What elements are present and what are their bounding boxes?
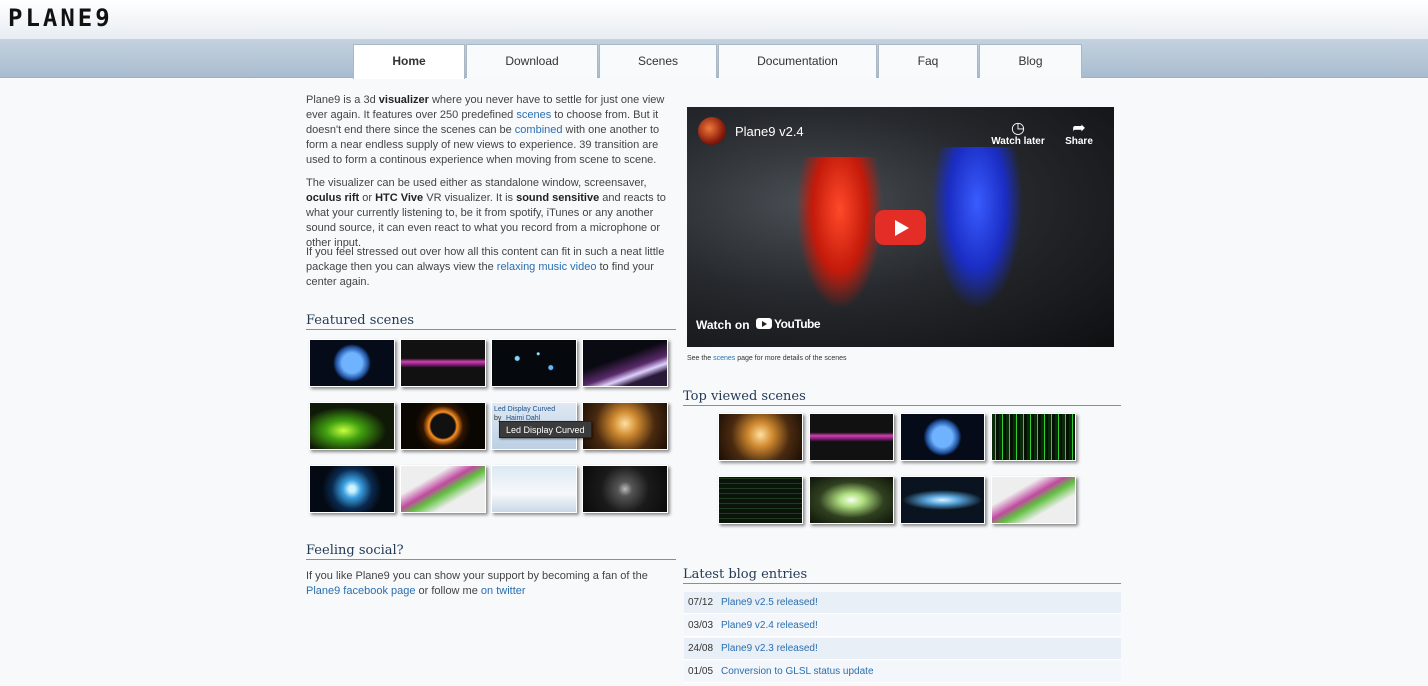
intro-paragraph-2: The visualizer can be used either as sta… — [306, 176, 676, 251]
bold-text: sound sensitive — [516, 192, 600, 204]
text: The visualizer can be used either as sta… — [306, 177, 647, 189]
social-paragraph: If you like Plane9 you can show your sup… — [306, 569, 676, 599]
feeling-social-heading: Feeling social? — [306, 543, 676, 560]
youtube-video-embed[interactable]: Plane9 v2.4 ◷ Watch later ➦ Share Watch … — [687, 107, 1114, 347]
blog-date: 07/12 — [688, 597, 714, 608]
facebook-link[interactable]: Plane9 facebook page — [306, 585, 415, 597]
scene-thumbnail-earth[interactable] — [309, 339, 395, 387]
blog-date: 03/03 — [688, 620, 714, 631]
clock-icon: ◷ — [1011, 120, 1025, 137]
relaxing-video-link[interactable]: relaxing music video — [497, 261, 597, 273]
scene-thumbnail-clouds[interactable] — [491, 465, 577, 513]
top-viewed-heading: Top viewed scenes — [683, 389, 1121, 406]
top-scene-thumbnail-light-burst[interactable] — [809, 476, 894, 524]
tab-download[interactable]: Download — [466, 44, 598, 78]
scene-thumbnail-particles[interactable] — [491, 339, 577, 387]
text: If you like Plane9 you can show your sup… — [306, 570, 648, 582]
top-scene-thumbnail-earth[interactable] — [900, 413, 985, 461]
tab-home[interactable]: Home — [353, 44, 465, 79]
site-header: PLANE9 — [0, 0, 1428, 40]
blog-entry: 24/08 Plane9 v2.3 released! — [684, 638, 1121, 660]
text: VR visualizer. It is — [423, 192, 517, 204]
scenes-page-link[interactable]: scenes — [713, 355, 735, 362]
youtube-wordmark: YouTube — [774, 317, 821, 331]
intro-paragraph-3: If you feel stressed out over how all th… — [306, 245, 676, 290]
text: or — [359, 192, 376, 204]
latest-blog-heading: Latest blog entries — [683, 567, 1121, 584]
tab-scenes[interactable]: Scenes — [599, 44, 717, 78]
channel-avatar[interactable] — [698, 117, 726, 145]
play-button[interactable] — [875, 210, 926, 245]
youtube-play-icon — [756, 318, 772, 329]
blog-date: 01/05 — [688, 666, 714, 677]
intro-paragraph-1: Plane9 is a 3d visualizer where you neve… — [306, 93, 676, 168]
video-blue-figure — [932, 147, 1022, 307]
blog-title-link[interactable]: Plane9 v2.5 released! — [721, 592, 818, 614]
blog-entry: 01/05 Conversion to GLSL status update — [684, 661, 1121, 683]
featured-scenes-heading: Featured scenes — [306, 313, 676, 330]
scene-thumbnail-grid[interactable] — [582, 339, 668, 387]
share-label: Share — [1065, 136, 1093, 147]
blog-title-link[interactable]: Conversion to GLSL status update — [721, 661, 874, 683]
video-title[interactable]: Plane9 v2.4 — [735, 124, 804, 139]
blog-entry: 03/03 Plane9 v2.4 released! — [684, 615, 1121, 637]
scene-thumbnail-sun[interactable] — [582, 402, 668, 450]
bold-text: visualizer — [378, 94, 429, 106]
bold-text: HTC Vive — [375, 192, 424, 204]
scenes-link[interactable]: scenes — [516, 109, 551, 121]
tab-faq[interactable]: Faq — [878, 44, 978, 78]
combined-link[interactable]: combined — [515, 124, 563, 136]
scene-thumbnail-waveform[interactable] — [400, 339, 486, 387]
text: page for more details of the scenes — [735, 355, 847, 362]
tab-blog[interactable]: Blog — [979, 44, 1082, 78]
scenes-note: See the scenes page for more details of … — [687, 355, 847, 362]
video-red-figure — [797, 157, 882, 307]
share-button[interactable]: ➦ Share — [1062, 118, 1096, 147]
share-icon: ➦ — [1072, 120, 1086, 137]
scene-thumbnail-dna[interactable] — [400, 465, 486, 513]
top-scene-thumbnail-dots[interactable] — [718, 476, 803, 524]
top-scene-thumbnail-galaxy[interactable] — [900, 476, 985, 524]
tab-documentation[interactable]: Documentation — [718, 44, 877, 78]
scene-thumbnail-fire-ring[interactable] — [400, 402, 486, 450]
scene-thumbnail-blue-star[interactable] — [309, 465, 395, 513]
bold-text: oculus rift — [306, 192, 360, 204]
watch-on-label[interactable]: Watch on — [696, 318, 750, 332]
thumb-caption-title: Led Display Curved — [494, 406, 556, 413]
twitter-link[interactable]: on twitter — [481, 585, 526, 597]
blog-title-link[interactable]: Plane9 v2.4 released! — [721, 615, 818, 637]
plane9-logo[interactable]: PLANE9 — [8, 4, 113, 32]
scene-thumbnail-green-glow[interactable] — [309, 402, 395, 450]
text: See the — [687, 355, 714, 362]
text: or follow me — [415, 585, 481, 597]
blog-date: 24/08 — [688, 643, 714, 654]
watch-later-button[interactable]: ◷ Watch later — [989, 118, 1047, 147]
blog-title-link[interactable]: Plane9 v2.3 released! — [721, 638, 818, 660]
youtube-logo[interactable]: YouTube — [756, 317, 821, 331]
blog-entry: 07/12 Plane9 v2.5 released! — [684, 592, 1121, 614]
watch-later-label: Watch later — [991, 136, 1045, 147]
top-scene-thumbnail-matrix[interactable] — [991, 413, 1076, 461]
text: Plane9 is a 3d — [306, 94, 379, 106]
top-scene-thumbnail-sun[interactable] — [718, 413, 803, 461]
scene-tooltip: Led Display Curved — [499, 421, 592, 438]
top-scene-thumbnail-waveform[interactable] — [809, 413, 894, 461]
scene-thumbnail-dark-swirl[interactable] — [582, 465, 668, 513]
top-scene-thumbnail-dna[interactable] — [991, 476, 1076, 524]
